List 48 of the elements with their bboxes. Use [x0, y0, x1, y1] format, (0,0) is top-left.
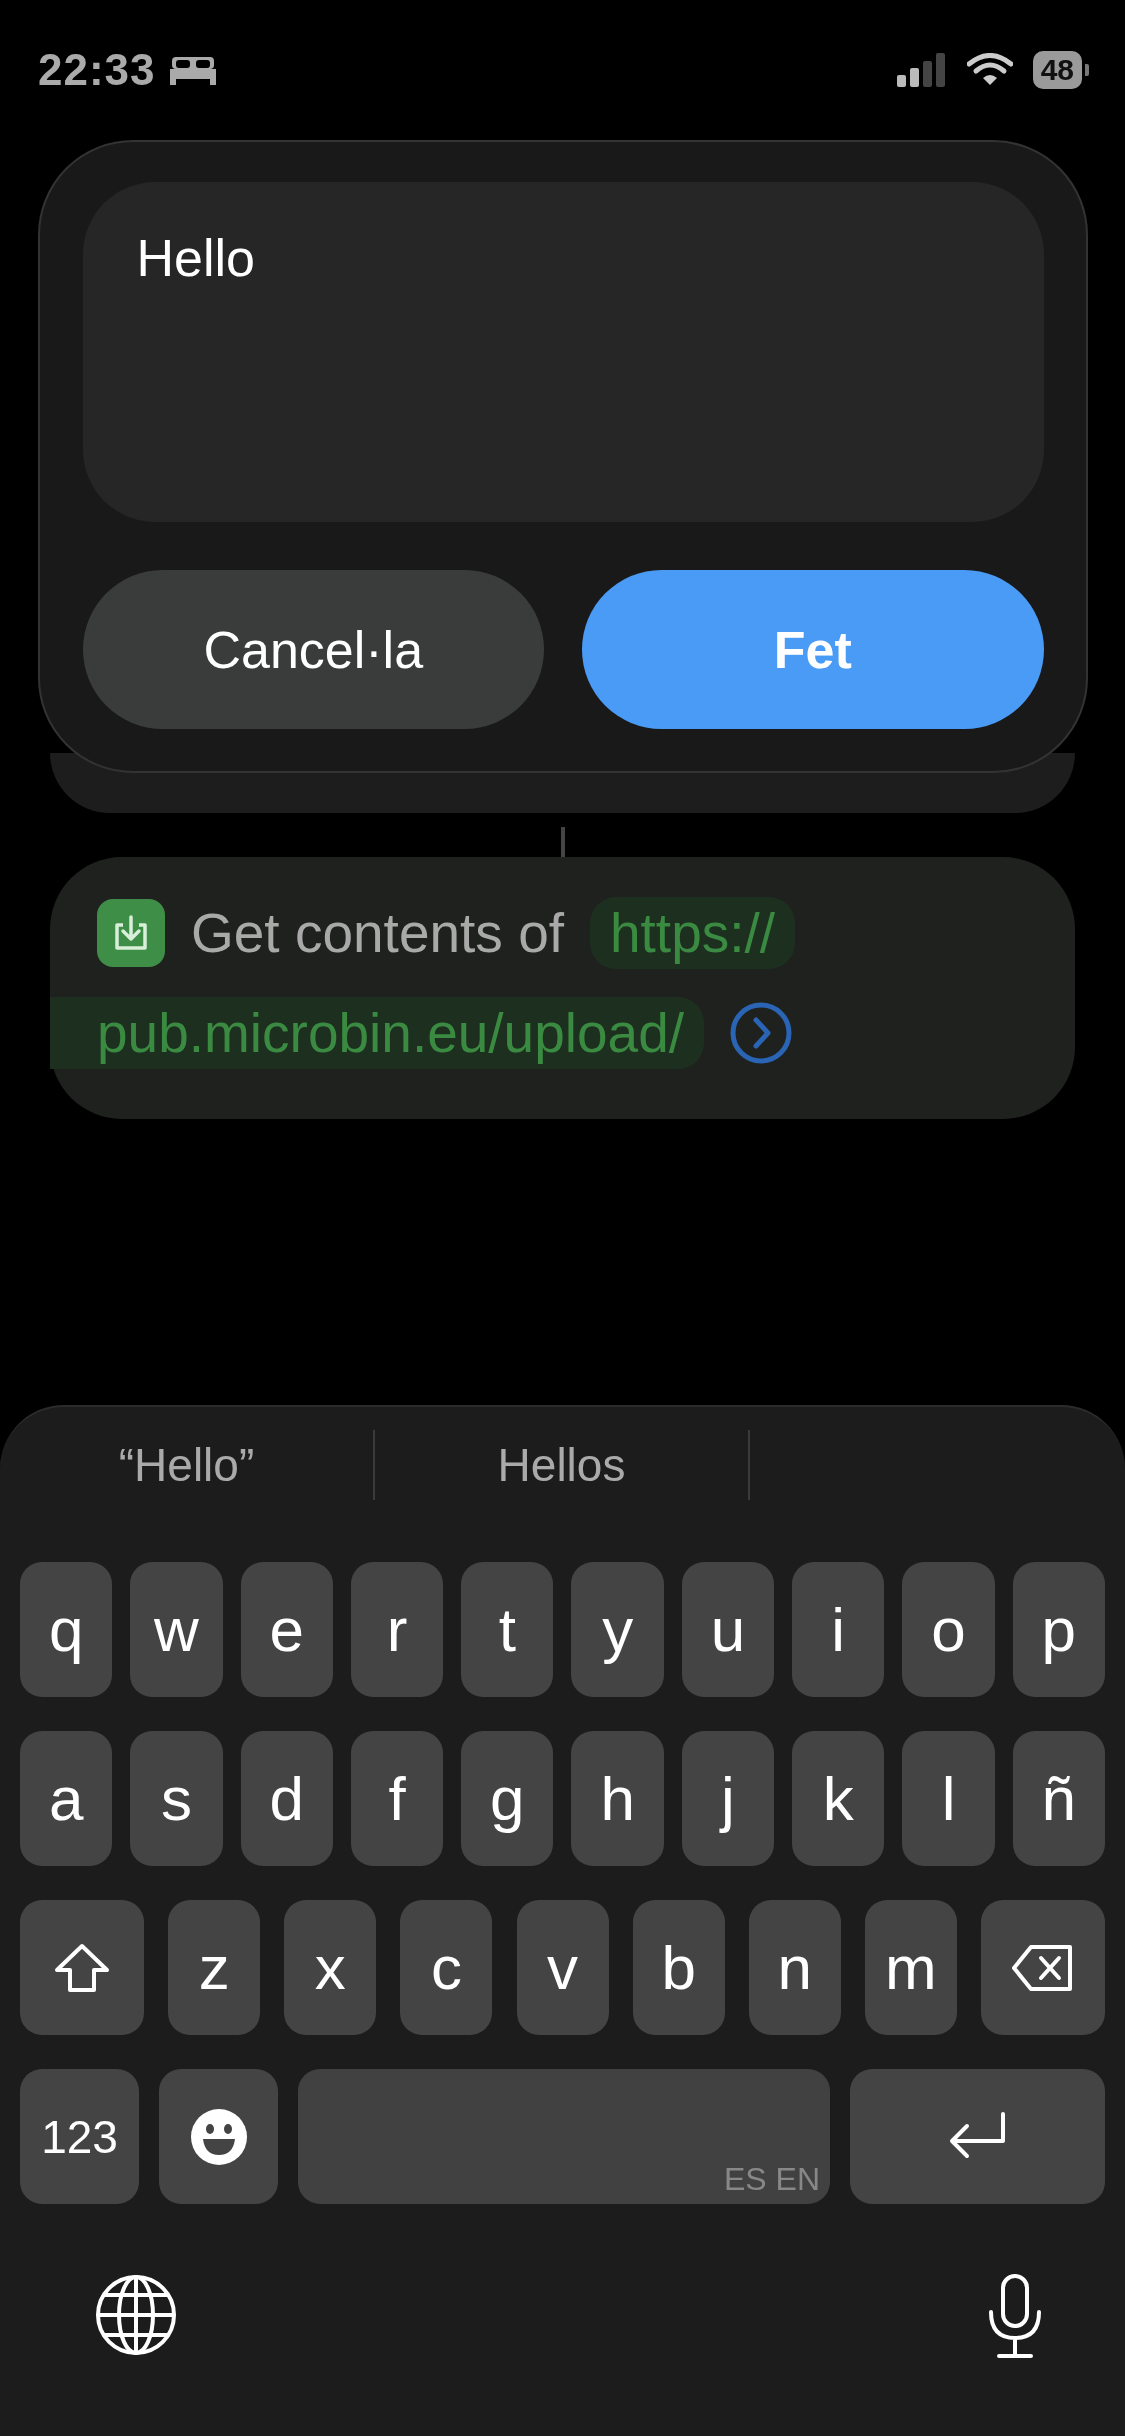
key[interactable]: z — [168, 1900, 261, 2035]
signal-icon — [896, 53, 947, 87]
key[interactable]: a — [20, 1731, 113, 1866]
key[interactable]: y — [571, 1562, 664, 1697]
key[interactable]: w — [130, 1562, 223, 1697]
suggestion[interactable]: “Hello” — [0, 1437, 373, 1492]
shift-key[interactable] — [20, 1900, 144, 2035]
key[interactable]: v — [516, 1900, 609, 2035]
key[interactable]: q — [20, 1562, 113, 1697]
key[interactable]: k — [792, 1731, 885, 1866]
battery-indicator: 48 — [1032, 51, 1089, 89]
action-label: Get contents of — [191, 901, 564, 965]
smiley-icon — [189, 2107, 248, 2166]
key[interactable]: g — [461, 1731, 554, 1866]
key[interactable]: c — [400, 1900, 493, 2035]
cancel-button[interactable]: Cancel·la — [82, 570, 544, 729]
key[interactable]: f — [350, 1731, 444, 1866]
delete-icon — [1011, 1943, 1075, 1992]
key[interactable]: s — [130, 1731, 223, 1866]
globe-icon[interactable] — [95, 2274, 177, 2356]
numbers-key[interactable]: 123 — [20, 2069, 139, 2204]
key[interactable]: o — [902, 1562, 995, 1697]
bed-icon — [169, 55, 216, 85]
download-icon — [97, 899, 165, 967]
key[interactable]: b — [632, 1900, 725, 2035]
emoji-key[interactable] — [159, 2069, 278, 2204]
key[interactable]: i — [792, 1562, 885, 1697]
language-label: ES EN — [723, 2161, 820, 2198]
key[interactable]: p — [1012, 1562, 1105, 1697]
key[interactable]: m — [864, 1900, 957, 2035]
key[interactable]: l — [902, 1731, 995, 1866]
key[interactable]: h — [571, 1731, 664, 1866]
key[interactable]: ñ — [1012, 1731, 1105, 1866]
chevron-circle-icon[interactable] — [730, 1002, 793, 1064]
key[interactable]: u — [681, 1562, 775, 1697]
key[interactable]: e — [240, 1562, 333, 1697]
suggestion[interactable]: Hellos — [375, 1437, 748, 1492]
shift-icon — [54, 1942, 110, 1993]
status-time: 22:33 — [38, 45, 156, 95]
text-field[interactable]: Hello — [82, 182, 1044, 522]
key[interactable]: r — [350, 1562, 444, 1697]
key[interactable]: j — [681, 1731, 775, 1866]
delete-key[interactable] — [981, 1900, 1105, 2035]
key[interactable]: x — [284, 1900, 377, 2035]
wifi-icon — [966, 53, 1013, 87]
key[interactable]: t — [461, 1562, 554, 1697]
key[interactable]: d — [240, 1731, 333, 1866]
key[interactable]: n — [748, 1900, 841, 2035]
